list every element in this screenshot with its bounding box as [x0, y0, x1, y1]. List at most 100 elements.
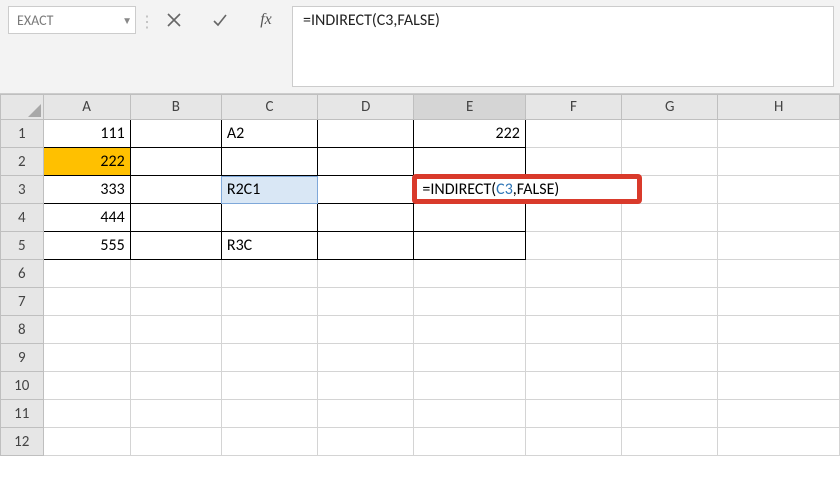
cell-A10[interactable] — [43, 372, 130, 400]
cell-C8[interactable] — [221, 316, 317, 344]
formula-input[interactable]: =INDIRECT(C3,FALSE) — [292, 6, 834, 87]
cell-F7[interactable] — [525, 288, 621, 316]
select-all-corner[interactable] — [1, 95, 44, 120]
row-header-3[interactable]: 3 — [1, 176, 44, 204]
cell-B5[interactable] — [130, 232, 221, 260]
cell-C2[interactable] — [221, 148, 317, 176]
col-header-B[interactable]: B — [130, 95, 221, 120]
cell-D12[interactable] — [318, 428, 414, 456]
enter-button[interactable] — [210, 10, 230, 30]
cell-B1[interactable] — [130, 120, 221, 148]
cell-B3[interactable] — [130, 176, 221, 204]
cell-A8[interactable] — [43, 316, 130, 344]
cell-A2[interactable]: 222 — [43, 148, 130, 176]
cell-B8[interactable] — [130, 316, 221, 344]
cell-A4[interactable]: 444 — [43, 204, 130, 232]
cell-C3[interactable]: R2C1 — [221, 176, 317, 204]
cell-G4[interactable] — [622, 204, 718, 232]
cell-E1[interactable]: 222 — [414, 120, 525, 148]
row-header-11[interactable]: 11 — [1, 400, 44, 428]
cell-A9[interactable] — [43, 344, 130, 372]
row-header-2[interactable]: 2 — [1, 148, 44, 176]
cell-C4[interactable] — [221, 204, 317, 232]
row-header-7[interactable]: 7 — [1, 288, 44, 316]
row-header-1[interactable]: 1 — [1, 120, 44, 148]
cell-H9[interactable] — [718, 344, 840, 372]
cell-B10[interactable] — [130, 372, 221, 400]
cell-D2[interactable] — [318, 148, 414, 176]
cell-B7[interactable] — [130, 288, 221, 316]
cell-F11[interactable] — [525, 400, 621, 428]
cell-H11[interactable] — [718, 400, 840, 428]
cell-H8[interactable] — [718, 316, 840, 344]
cell-D10[interactable] — [318, 372, 414, 400]
row-header-12[interactable]: 12 — [1, 428, 44, 456]
cell-E5[interactable] — [414, 232, 525, 260]
col-header-F[interactable]: F — [525, 95, 621, 120]
cell-B9[interactable] — [130, 344, 221, 372]
cell-H2[interactable] — [718, 148, 840, 176]
cell-A3[interactable]: 333 — [43, 176, 130, 204]
cell-B12[interactable] — [130, 428, 221, 456]
cell-E12[interactable] — [414, 428, 525, 456]
row-header-5[interactable]: 5 — [1, 232, 44, 260]
cell-G9[interactable] — [622, 344, 718, 372]
cell-C10[interactable] — [221, 372, 317, 400]
cell-F10[interactable] — [525, 372, 621, 400]
cell-G1[interactable] — [622, 120, 718, 148]
cell-C12[interactable] — [221, 428, 317, 456]
cell-B6[interactable] — [130, 260, 221, 288]
cell-C5[interactable]: R3C — [221, 232, 317, 260]
cell-C6[interactable] — [221, 260, 317, 288]
cell-E10[interactable] — [414, 372, 525, 400]
row-header-10[interactable]: 10 — [1, 372, 44, 400]
cell-editor[interactable]: =INDIRECT(C3,FALSE) — [412, 174, 642, 204]
cell-A5[interactable]: 555 — [43, 232, 130, 260]
cell-F9[interactable] — [525, 344, 621, 372]
cell-D1[interactable] — [318, 120, 414, 148]
cancel-button[interactable] — [164, 10, 184, 30]
cell-B2[interactable] — [130, 148, 221, 176]
row-header-9[interactable]: 9 — [1, 344, 44, 372]
cell-D6[interactable] — [318, 260, 414, 288]
cell-E2[interactable] — [414, 148, 525, 176]
cell-C7[interactable] — [221, 288, 317, 316]
cell-G2[interactable] — [622, 148, 718, 176]
cell-A11[interactable] — [43, 400, 130, 428]
cell-H10[interactable] — [718, 372, 840, 400]
insert-function-button[interactable]: fx — [256, 10, 276, 30]
cell-F12[interactable] — [525, 428, 621, 456]
cell-H3[interactable] — [718, 176, 840, 204]
col-header-D[interactable]: D — [318, 95, 414, 120]
cell-E3[interactable]: =INDIRECT(C3,FALSE) — [414, 176, 525, 204]
cell-F5[interactable] — [525, 232, 621, 260]
col-header-G[interactable]: G — [622, 95, 718, 120]
col-header-H[interactable]: H — [718, 95, 840, 120]
cell-G6[interactable] — [622, 260, 718, 288]
cell-E11[interactable] — [414, 400, 525, 428]
cell-F2[interactable] — [525, 148, 621, 176]
cell-F4[interactable] — [525, 204, 621, 232]
cell-H7[interactable] — [718, 288, 840, 316]
cell-E8[interactable] — [414, 316, 525, 344]
cell-G11[interactable] — [622, 400, 718, 428]
cell-C1[interactable]: A2 — [221, 120, 317, 148]
cell-D9[interactable] — [318, 344, 414, 372]
cell-F1[interactable] — [525, 120, 621, 148]
cell-D4[interactable] — [318, 204, 414, 232]
cell-E6[interactable] — [414, 260, 525, 288]
row-header-8[interactable]: 8 — [1, 316, 44, 344]
cell-D8[interactable] — [318, 316, 414, 344]
cell-A7[interactable] — [43, 288, 130, 316]
cell-H12[interactable] — [718, 428, 840, 456]
cell-G8[interactable] — [622, 316, 718, 344]
cell-B4[interactable] — [130, 204, 221, 232]
chevron-down-icon[interactable]: ▼ — [122, 14, 132, 27]
cell-G5[interactable] — [622, 232, 718, 260]
cell-G12[interactable] — [622, 428, 718, 456]
cell-D11[interactable] — [318, 400, 414, 428]
cell-C9[interactable] — [221, 344, 317, 372]
cell-H1[interactable] — [718, 120, 840, 148]
cell-C11[interactable] — [221, 400, 317, 428]
cell-E7[interactable] — [414, 288, 525, 316]
